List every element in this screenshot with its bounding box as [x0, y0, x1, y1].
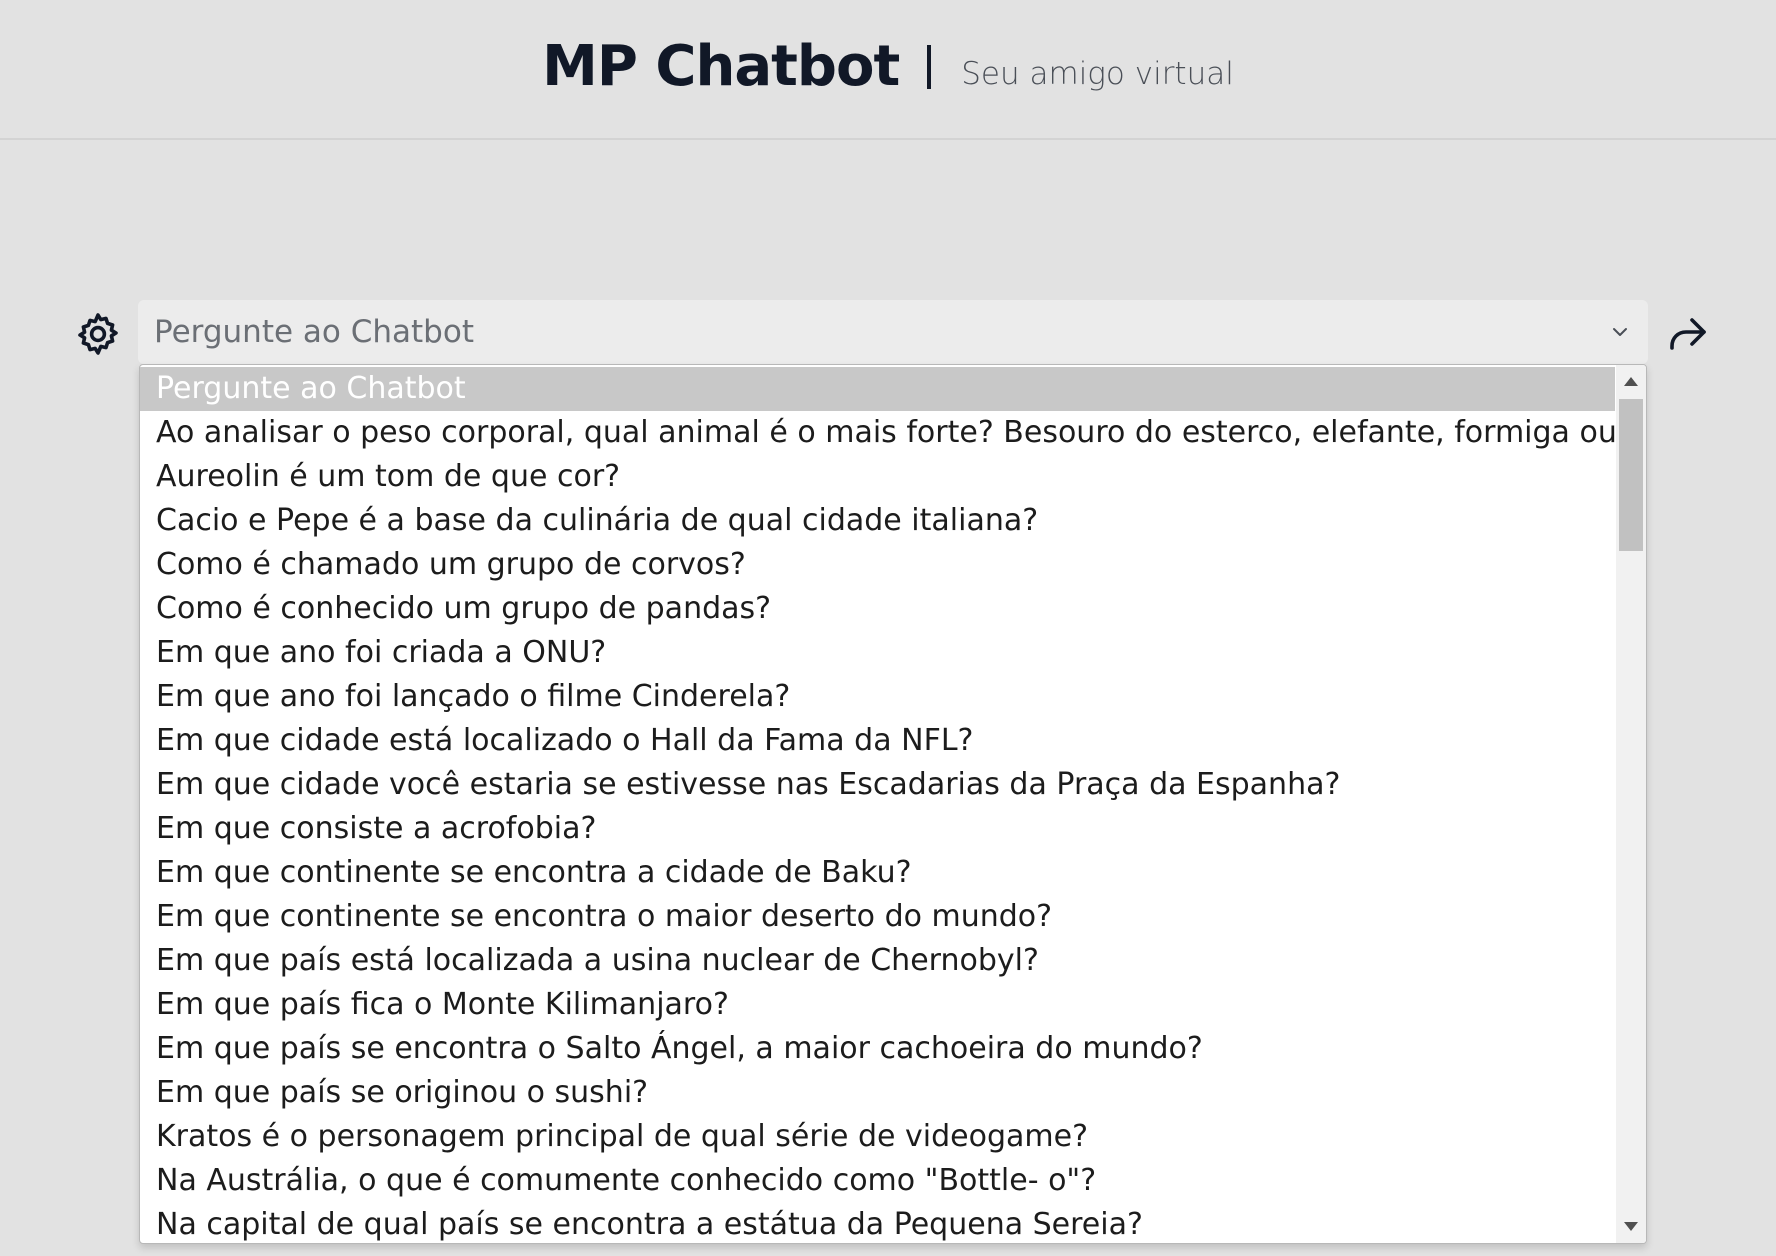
settings-button[interactable] [74, 310, 122, 358]
dropdown-scrollbar[interactable] [1616, 365, 1646, 1243]
option-item[interactable]: Ao analisar o peso corporal, qual animal… [140, 411, 1646, 455]
option-item[interactable]: Em que continente se encontra a cidade d… [140, 851, 1615, 895]
option-item[interactable]: Em que país está localizada a usina nucl… [140, 939, 1615, 983]
option-item[interactable]: Aureolin é um tom de que cor? [140, 455, 1615, 499]
scrollbar-thumb[interactable] [1619, 399, 1643, 551]
title-divider [927, 44, 932, 89]
title-bar: MP Chatbot Seu amigo virtual [0, 34, 1776, 99]
option-item[interactable]: Em que cidade você estaria se estivesse … [140, 763, 1615, 807]
app-subtitle: Seu amigo virtual [961, 55, 1234, 92]
option-item[interactable]: Kratos é o personagem principal de qual … [140, 1115, 1615, 1159]
option-item[interactable]: Em que cidade está localizado o Hall da … [140, 719, 1615, 763]
option-item[interactable]: Na capital de qual país se encontra a es… [140, 1203, 1615, 1243]
option-item[interactable]: Em que ano foi lançado o filme Cinderela… [140, 675, 1615, 719]
app-title: MP Chatbot [542, 34, 900, 99]
options-container: Pergunte ao Chatbot Ao analisar o peso co… [140, 367, 1646, 1243]
option-item[interactable]: Em que consiste a acrofobia? [140, 807, 1615, 851]
question-select-value: Pergunte ao Chatbot [154, 314, 474, 350]
option-item[interactable]: Como é chamado um grupo de corvos? [140, 543, 1615, 587]
scroll-up-arrow-icon[interactable] [1624, 377, 1638, 386]
app-header: MP Chatbot Seu amigo virtual [0, 0, 1776, 140]
question-select[interactable]: Pergunte ao Chatbot [138, 300, 1648, 364]
option-item[interactable]: Como é conhecido um grupo de pandas? [140, 587, 1615, 631]
option-placeholder[interactable]: Pergunte ao Chatbot [140, 367, 1615, 411]
option-item[interactable]: Em que país se originou o sushi? [140, 1071, 1615, 1115]
option-item[interactable]: Em que ano foi criada a ONU? [140, 631, 1615, 675]
send-button[interactable] [1664, 310, 1712, 358]
option-item[interactable]: Cacio e Pepe é a base da culinária de qu… [140, 499, 1615, 543]
gear-icon [78, 313, 118, 355]
option-item[interactable]: Em que país fica o Monte Kilimanjaro? [140, 983, 1615, 1027]
option-item[interactable]: Em que país se encontra o Salto Ángel, a… [140, 1027, 1615, 1071]
share-arrow-icon [1670, 318, 1706, 350]
question-options-list[interactable]: Pergunte ao Chatbot Ao analisar o peso co… [139, 364, 1647, 1244]
option-item[interactable]: Na Austrália, o que é comumente conhecid… [140, 1159, 1615, 1203]
chevron-down-icon [1613, 328, 1627, 336]
option-item[interactable]: Em que continente se encontra o maior de… [140, 895, 1615, 939]
scroll-down-arrow-icon[interactable] [1624, 1222, 1638, 1231]
